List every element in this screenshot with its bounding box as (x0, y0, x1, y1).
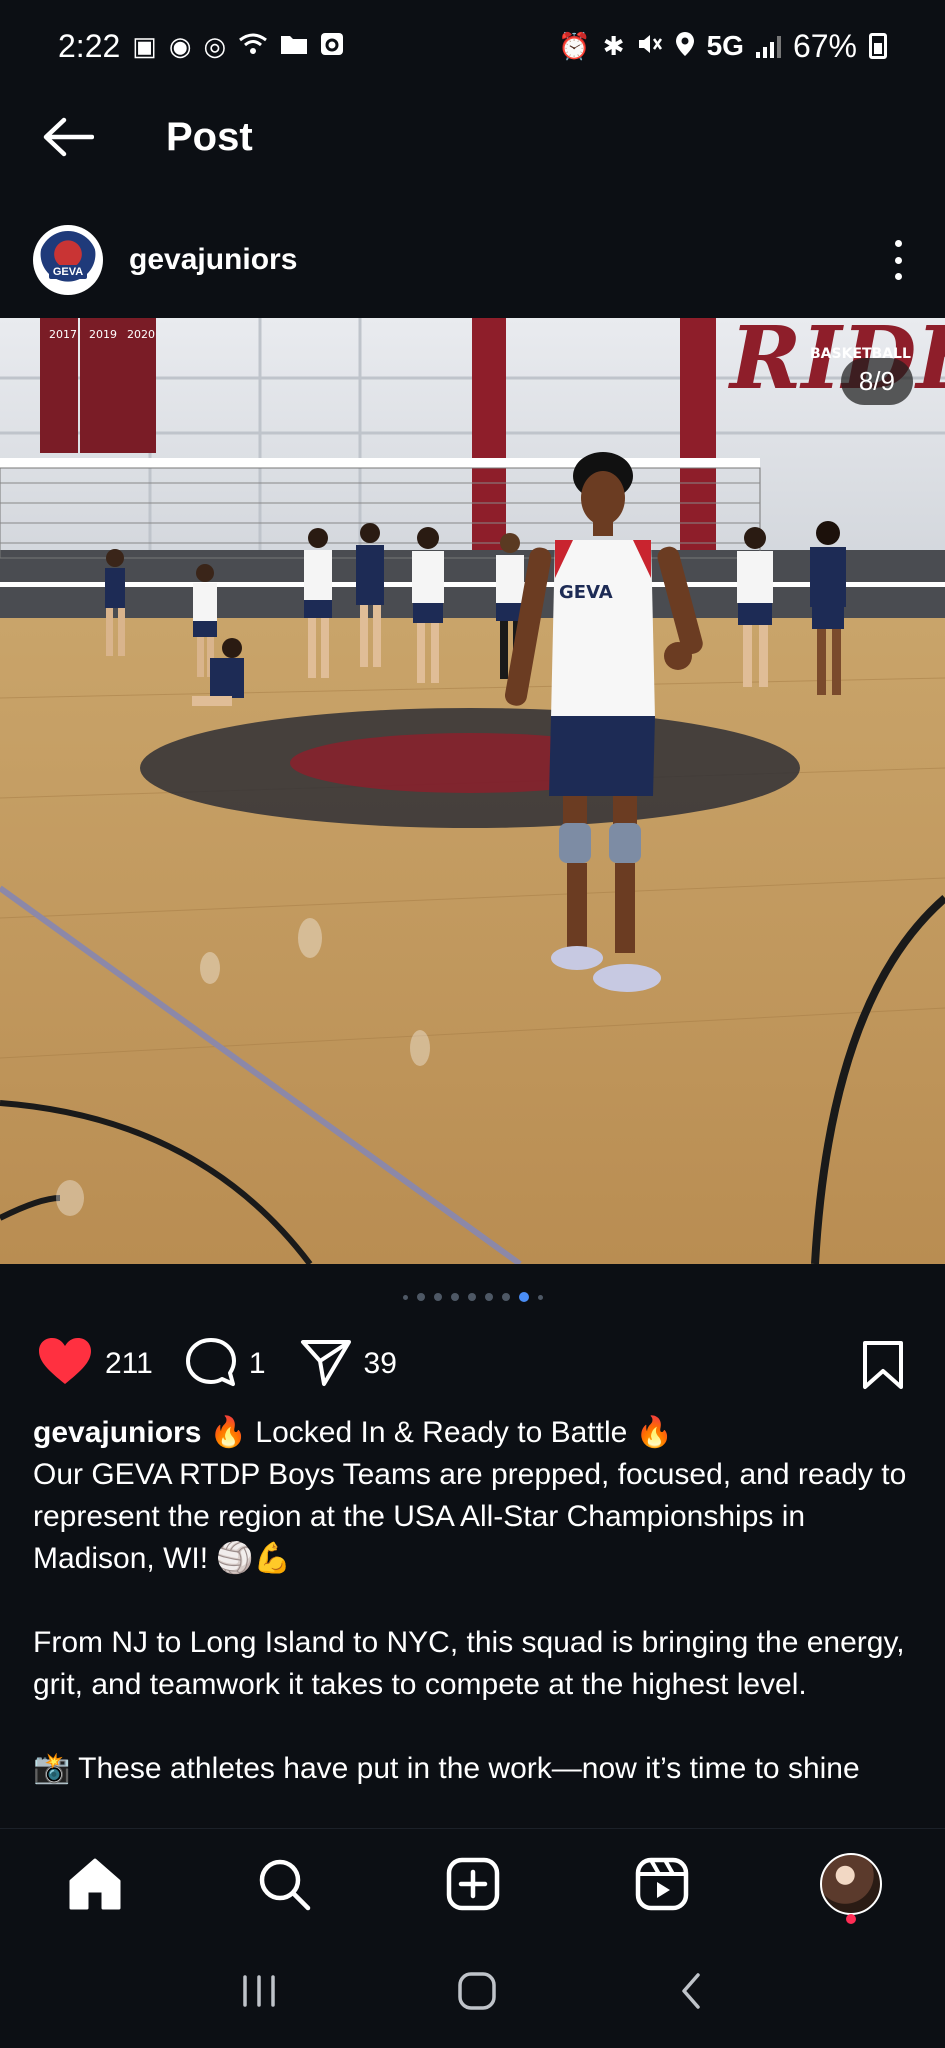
home-icon[interactable] (55, 1844, 135, 1924)
post-author: GEVA gevajuniors (0, 222, 945, 298)
top-bar: Post (0, 92, 945, 182)
comment-count: 1 (248, 1347, 266, 1380)
bottom-nav (0, 1828, 945, 1938)
like-count: 211 (105, 1347, 153, 1380)
notification-dot (845, 1913, 856, 1924)
slide-counter: 8/9 (840, 358, 913, 405)
carousel-dot (501, 1293, 510, 1301)
share-action[interactable]: 39 (300, 1337, 397, 1392)
avatar-logo-text: GEVA (48, 265, 88, 279)
page-title: Post (166, 114, 253, 159)
championship-banners: 2017 2019 2020 (40, 318, 156, 453)
carousel-dot (416, 1293, 425, 1301)
home-button-icon[interactable] (456, 1971, 498, 2016)
network-type: 5G (706, 30, 744, 61)
rider-wordmark: RIDER (727, 318, 945, 409)
gym-scene: 2017 2019 2020 RIDER BASKETBALL (0, 318, 945, 1264)
avatar-logo: GEVA (39, 231, 97, 289)
bookmark-icon[interactable] (861, 1340, 905, 1395)
profile-photo (819, 1852, 882, 1915)
banner-year: 2017 (49, 328, 77, 341)
jersey-text: GEVA (559, 582, 613, 603)
send-icon[interactable] (300, 1337, 352, 1392)
caption-line1: 🔥 Locked In & Ready to Battle 🔥 (201, 1416, 673, 1449)
share-count: 39 (363, 1347, 397, 1380)
more-vertical-icon[interactable] (891, 240, 905, 280)
app-icon (320, 32, 344, 60)
arrow-left-icon[interactable] (36, 112, 100, 162)
create-icon[interactable] (433, 1844, 513, 1924)
folder-icon (280, 33, 308, 59)
carousel-dot (467, 1293, 476, 1301)
back-icon[interactable] (676, 1971, 706, 2016)
alarm-icon: ⏰ (558, 31, 591, 61)
recents-icon[interactable] (239, 1973, 279, 2014)
wifi-icon (238, 32, 268, 60)
post-image[interactable]: 2017 2019 2020 RIDER BASKETBALL (0, 318, 945, 1264)
signal-icon (755, 34, 781, 58)
carousel-dot (518, 1292, 529, 1302)
status-bar: 2:22 ▣ ◉ ◎ ⏰ ✱ 5G 67% (0, 0, 945, 92)
banner-year: 2020 (127, 328, 155, 341)
bluetooth-icon: ✱ (602, 31, 625, 61)
carousel-dot (450, 1293, 459, 1301)
carousel-dot (402, 1294, 408, 1300)
status-right: ⏰ ✱ 5G 67% (558, 28, 887, 65)
location-icon (675, 31, 695, 61)
comment-action[interactable]: 1 (185, 1337, 266, 1392)
author-avatar[interactable]: GEVA (33, 225, 103, 295)
caption-username[interactable]: gevajuniors (33, 1416, 201, 1449)
battery-percent: 67% (792, 27, 857, 64)
post-caption: gevajuniors 🔥 Locked In & Ready to Battl… (33, 1412, 913, 1790)
carousel-dot (537, 1294, 543, 1300)
carousel-dot (433, 1293, 442, 1301)
hotspot-icon: ◎ (203, 31, 227, 61)
post-actions: 211 1 39 (0, 1334, 945, 1394)
carousel-dot (484, 1293, 493, 1301)
carousel-indicator (0, 1292, 945, 1302)
search-icon[interactable] (244, 1844, 324, 1924)
mute-icon (637, 32, 663, 60)
status-left: 2:22 ▣ ◉ ◎ (58, 28, 344, 65)
photo-icon: ▣ (132, 31, 157, 61)
reels-icon[interactable] (622, 1844, 702, 1924)
rider-logo: RIDER BASKETBALL (727, 318, 945, 409)
chrome-icon: ◉ (168, 31, 192, 61)
battery-icon (869, 33, 887, 59)
status-time: 2:22 (58, 27, 121, 64)
profile-avatar[interactable] (811, 1844, 891, 1924)
author-username[interactable]: gevajuniors (129, 243, 297, 277)
like-action[interactable]: 211 (37, 1337, 153, 1392)
caption-paragraph: 📸 These athletes have put in the work—no… (33, 1752, 860, 1785)
caption-headline: gevajuniors 🔥 Locked In & Ready to Battl… (33, 1412, 913, 1454)
heart-filled-icon[interactable] (37, 1337, 93, 1392)
system-nav (0, 1938, 945, 2048)
comment-icon[interactable] (185, 1337, 237, 1392)
caption-paragraph: From NJ to Long Island to NYC, this squa… (33, 1626, 905, 1701)
caption-paragraph: Our GEVA RTDP Boys Teams are prepped, fo… (33, 1458, 907, 1575)
banner-year: 2019 (89, 328, 117, 341)
